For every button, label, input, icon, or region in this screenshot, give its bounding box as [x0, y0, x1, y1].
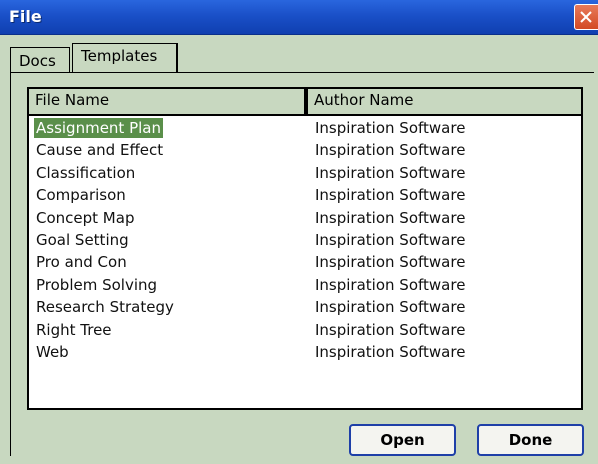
- list-item[interactable]: Pro and Con Inspiration Software: [29, 251, 581, 273]
- title-bar: File: [0, 0, 598, 35]
- tab-templates[interactable]: Templates: [72, 43, 178, 73]
- list-item[interactable]: Classification Inspiration Software: [29, 162, 581, 184]
- author-name-cell: Inspiration Software: [315, 230, 466, 249]
- file-name-cell: Comparison: [36, 186, 126, 205]
- author-name-cell: Inspiration Software: [315, 253, 466, 272]
- author-name-cell: Inspiration Software: [315, 208, 466, 227]
- templates-list[interactable]: File Name Author Name Assignment Plan Ins…: [27, 87, 583, 410]
- list-item[interactable]: Right Tree Inspiration Software: [29, 319, 581, 341]
- list-item[interactable]: Assignment Plan Inspiration Software: [29, 117, 581, 139]
- window-title: File: [9, 7, 42, 26]
- author-name-cell: Inspiration Software: [315, 119, 466, 137]
- column-header-author-name[interactable]: Author Name: [306, 89, 581, 116]
- list-item[interactable]: Research Strategy Inspiration Software: [29, 296, 581, 318]
- list-rows: Assignment Plan Inspiration Software Cause…: [29, 117, 581, 363]
- list-item[interactable]: Concept Map Inspiration Software: [29, 207, 581, 229]
- file-name-cell: Assignment Plan: [34, 118, 163, 138]
- list-header: File Name Author Name: [29, 89, 581, 116]
- list-item[interactable]: Problem Solving Inspiration Software: [29, 274, 581, 296]
- file-name-cell: Research Strategy: [36, 298, 174, 317]
- file-name-cell: Web: [36, 342, 69, 361]
- file-name-cell: Cause and Effect: [36, 141, 164, 160]
- open-button[interactable]: Open: [349, 424, 456, 456]
- author-name-cell: Inspiration Software: [315, 298, 466, 317]
- author-name-cell: Inspiration Software: [315, 186, 466, 205]
- tab-docs[interactable]: Docs: [10, 47, 70, 73]
- author-name-cell: Inspiration Software: [315, 163, 466, 182]
- author-name-cell: Inspiration Software: [315, 141, 466, 160]
- author-name-cell: Inspiration Software: [315, 320, 466, 339]
- close-icon: [580, 11, 592, 23]
- file-name-cell: Right Tree: [36, 320, 112, 339]
- file-name-cell: Goal Setting: [36, 230, 129, 249]
- list-item[interactable]: Web Inspiration Software: [29, 341, 581, 363]
- file-name-cell: Problem Solving: [36, 275, 158, 294]
- author-name-cell: Inspiration Software: [315, 275, 466, 294]
- file-name-cell: Classification: [36, 163, 136, 182]
- author-name-cell: Inspiration Software: [315, 342, 466, 361]
- file-name-cell: Concept Map: [36, 208, 135, 227]
- list-item[interactable]: Comparison Inspiration Software: [29, 184, 581, 206]
- list-item[interactable]: Goal Setting Inspiration Software: [29, 229, 581, 251]
- done-button[interactable]: Done: [477, 424, 584, 456]
- column-header-file-name[interactable]: File Name: [29, 89, 306, 116]
- list-item[interactable]: Cause and Effect Inspiration Software: [29, 139, 581, 161]
- file-name-cell: Pro and Con: [36, 253, 127, 272]
- close-button[interactable]: [574, 4, 598, 30]
